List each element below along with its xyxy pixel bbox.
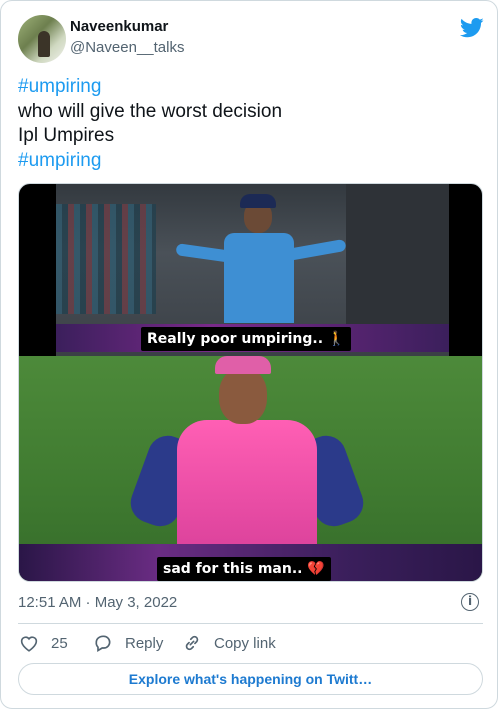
tweet-card: Naveenkumar @Naveen__talks #umpiring who… — [0, 0, 498, 709]
tweet-media[interactable]: Really poor umpiring.. 🚶 sad for this ma… — [18, 183, 483, 582]
author-name[interactable]: Naveenkumar — [70, 18, 168, 35]
umpire-figure — [175, 189, 347, 329]
reply-label: Reply — [125, 634, 164, 652]
tweet-timestamp[interactable]: 12:51 AM · May 3, 2022 — [18, 594, 177, 611]
reply-button[interactable]: Reply — [93, 633, 163, 653]
author-handle[interactable]: @Naveen__talks — [70, 39, 184, 56]
hashtag-link[interactable]: #umpiring — [18, 75, 478, 100]
twitter-bird-icon[interactable] — [460, 18, 484, 38]
heart-icon — [20, 636, 38, 652]
player-figure — [125, 356, 369, 560]
tweet-line: Ipl Umpires — [18, 125, 115, 146]
explore-button[interactable]: Explore what's happening on Twitt… — [18, 663, 483, 695]
copy-link-button[interactable]: Copy link — [182, 633, 276, 653]
copy-link-label: Copy link — [214, 634, 276, 652]
divider — [18, 623, 483, 624]
tweet-text: #umpiring who will give the worst decisi… — [18, 75, 478, 173]
hashtag-link[interactable]: #umpiring — [18, 149, 478, 174]
tweet-line: who will give the worst decision — [18, 100, 283, 122]
meme-caption-bottom: sad for this man.. 💔 — [157, 557, 331, 581]
info-icon[interactable]: i — [461, 593, 479, 611]
meme-caption-top: Really poor umpiring.. 🚶 — [141, 327, 352, 351]
link-icon — [185, 635, 199, 651]
reply-icon — [95, 635, 111, 652]
like-button[interactable]: 25 — [19, 633, 68, 653]
player-frame — [19, 356, 482, 581]
avatar[interactable] — [18, 15, 66, 63]
like-count: 25 — [51, 634, 68, 652]
